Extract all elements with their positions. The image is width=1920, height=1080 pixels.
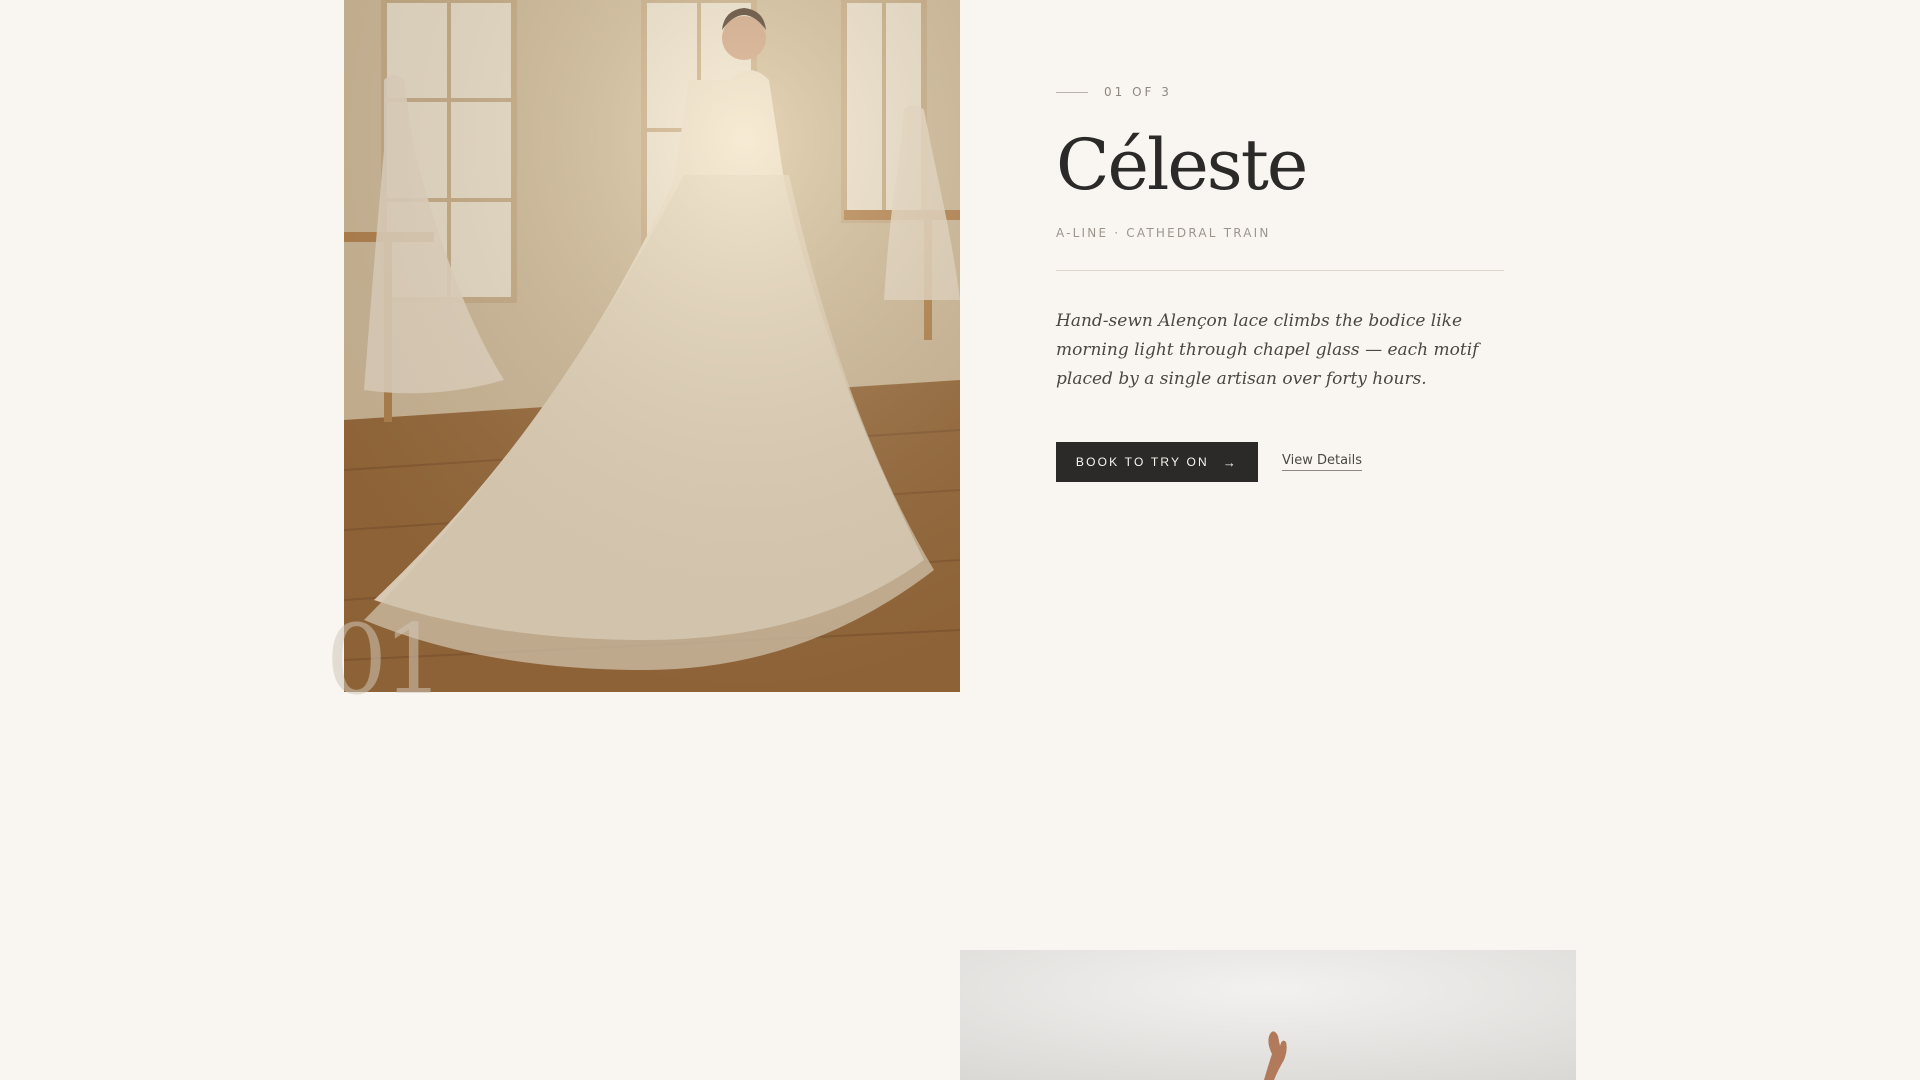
book-to-try-on-label: BOOK TO TRY ON [1075, 455, 1209, 469]
dress-name: Céleste [1056, 124, 1308, 206]
look-index-number: 01 [326, 604, 444, 716]
look-actions: BOOK TO TRY ON → View Details [1056, 442, 1504, 482]
divider [1056, 270, 1504, 271]
counter-rule [1056, 91, 1088, 93]
look-counter: 01 OF 3 [1056, 84, 1504, 100]
book-to-try-on-button[interactable]: BOOK TO TRY ON → [1056, 442, 1258, 482]
dress-description: Hand-sewn Alençon lace climbs the bodice… [1056, 311, 1479, 389]
counter-text: 01 OF 3 [1104, 85, 1172, 99]
view-details-link[interactable]: View Details [1282, 453, 1363, 471]
look-details: 01 OF 3 Céleste A-LINE · CATHEDRAL TRAIN… [1056, 84, 1504, 482]
dress-silhouette-meta: A-LINE · CATHEDRAL TRAIN [1056, 226, 1271, 240]
arrow-right-icon: → [1222, 454, 1239, 470]
gown-photo-next [960, 950, 1576, 1080]
gown-photo-celeste [344, 0, 960, 692]
